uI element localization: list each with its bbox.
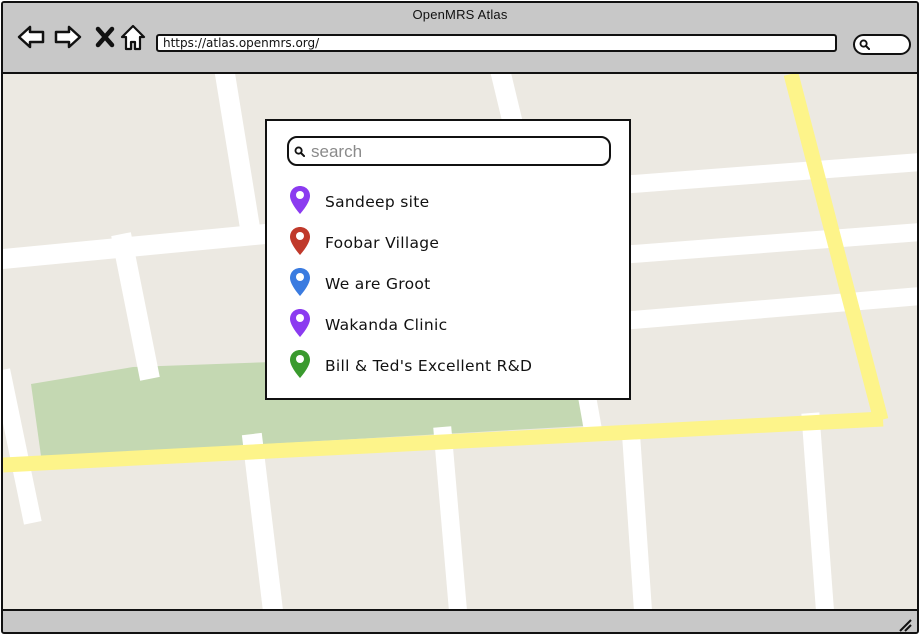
- map-pin-icon: [290, 350, 310, 378]
- map-pin-icon: [290, 309, 310, 337]
- url-bar[interactable]: https://atlas.openmrs.org/: [156, 34, 837, 52]
- site-label: Sandeep site: [325, 193, 430, 211]
- resize-grip-icon[interactable]: [897, 617, 913, 633]
- site-item-wakanda-clinic[interactable]: Wakanda Clinic: [289, 308, 532, 349]
- site-search-panel: Sandeep site Foobar Village We are Groot…: [265, 119, 631, 400]
- site-label: We are Groot: [325, 275, 431, 293]
- site-label: Bill & Ted's Excellent R&D: [325, 357, 533, 375]
- close-x-icon[interactable]: [91, 23, 119, 51]
- map-pin-icon: [290, 186, 310, 214]
- site-search-field[interactable]: [287, 136, 611, 166]
- site-item-sandeep-site[interactable]: Sandeep site: [289, 185, 532, 226]
- forward-arrow-icon[interactable]: [54, 23, 82, 51]
- site-item-foobar-village[interactable]: Foobar Village: [289, 226, 532, 267]
- site-label: Wakanda Clinic: [325, 316, 448, 334]
- window-title: OpenMRS Atlas: [412, 7, 508, 22]
- home-icon[interactable]: [119, 23, 147, 51]
- map-pin-icon: [290, 268, 310, 296]
- title-bar: OpenMRS Atlas https://atlas.openmrs.org/: [3, 3, 917, 74]
- site-item-bill-and-teds[interactable]: Bill & Ted's Excellent R&D: [289, 349, 532, 390]
- site-item-we-are-groot[interactable]: We are Groot: [289, 267, 532, 308]
- search-icon: [859, 39, 870, 50]
- browser-search-field[interactable]: [853, 34, 911, 55]
- back-arrow-icon[interactable]: [17, 23, 45, 51]
- site-search-input[interactable]: [309, 140, 603, 164]
- site-list: Sandeep site Foobar Village We are Groot…: [289, 185, 532, 390]
- status-bar: [3, 609, 917, 633]
- map-pin-icon: [290, 227, 310, 255]
- site-label: Foobar Village: [325, 234, 440, 252]
- search-icon: [294, 146, 305, 157]
